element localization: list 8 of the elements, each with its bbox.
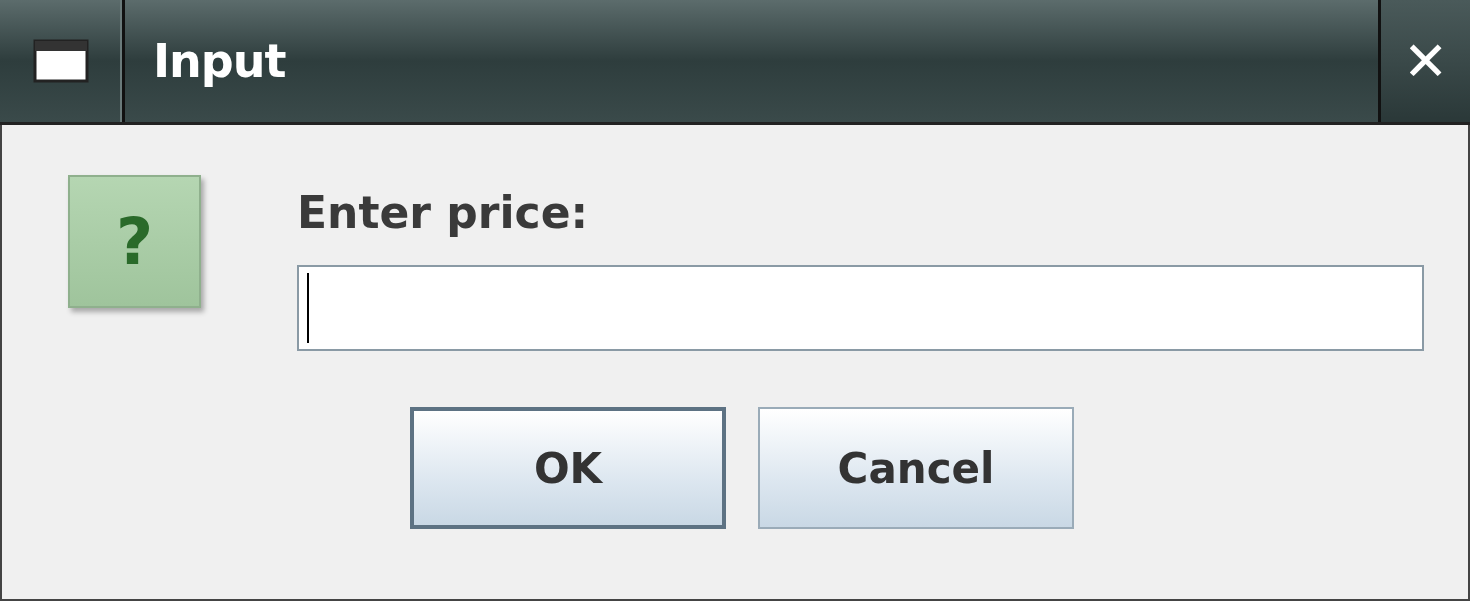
window-title: Input <box>153 34 286 88</box>
cancel-button[interactable]: Cancel <box>758 407 1074 529</box>
question-icon: ? <box>68 175 201 308</box>
ok-button[interactable]: OK <box>410 407 726 529</box>
window-icon[interactable] <box>32 38 90 84</box>
prompt-label: Enter price: <box>297 186 590 240</box>
price-input-field[interactable] <box>297 265 1424 351</box>
close-button[interactable]: ✕ <box>1378 0 1470 122</box>
